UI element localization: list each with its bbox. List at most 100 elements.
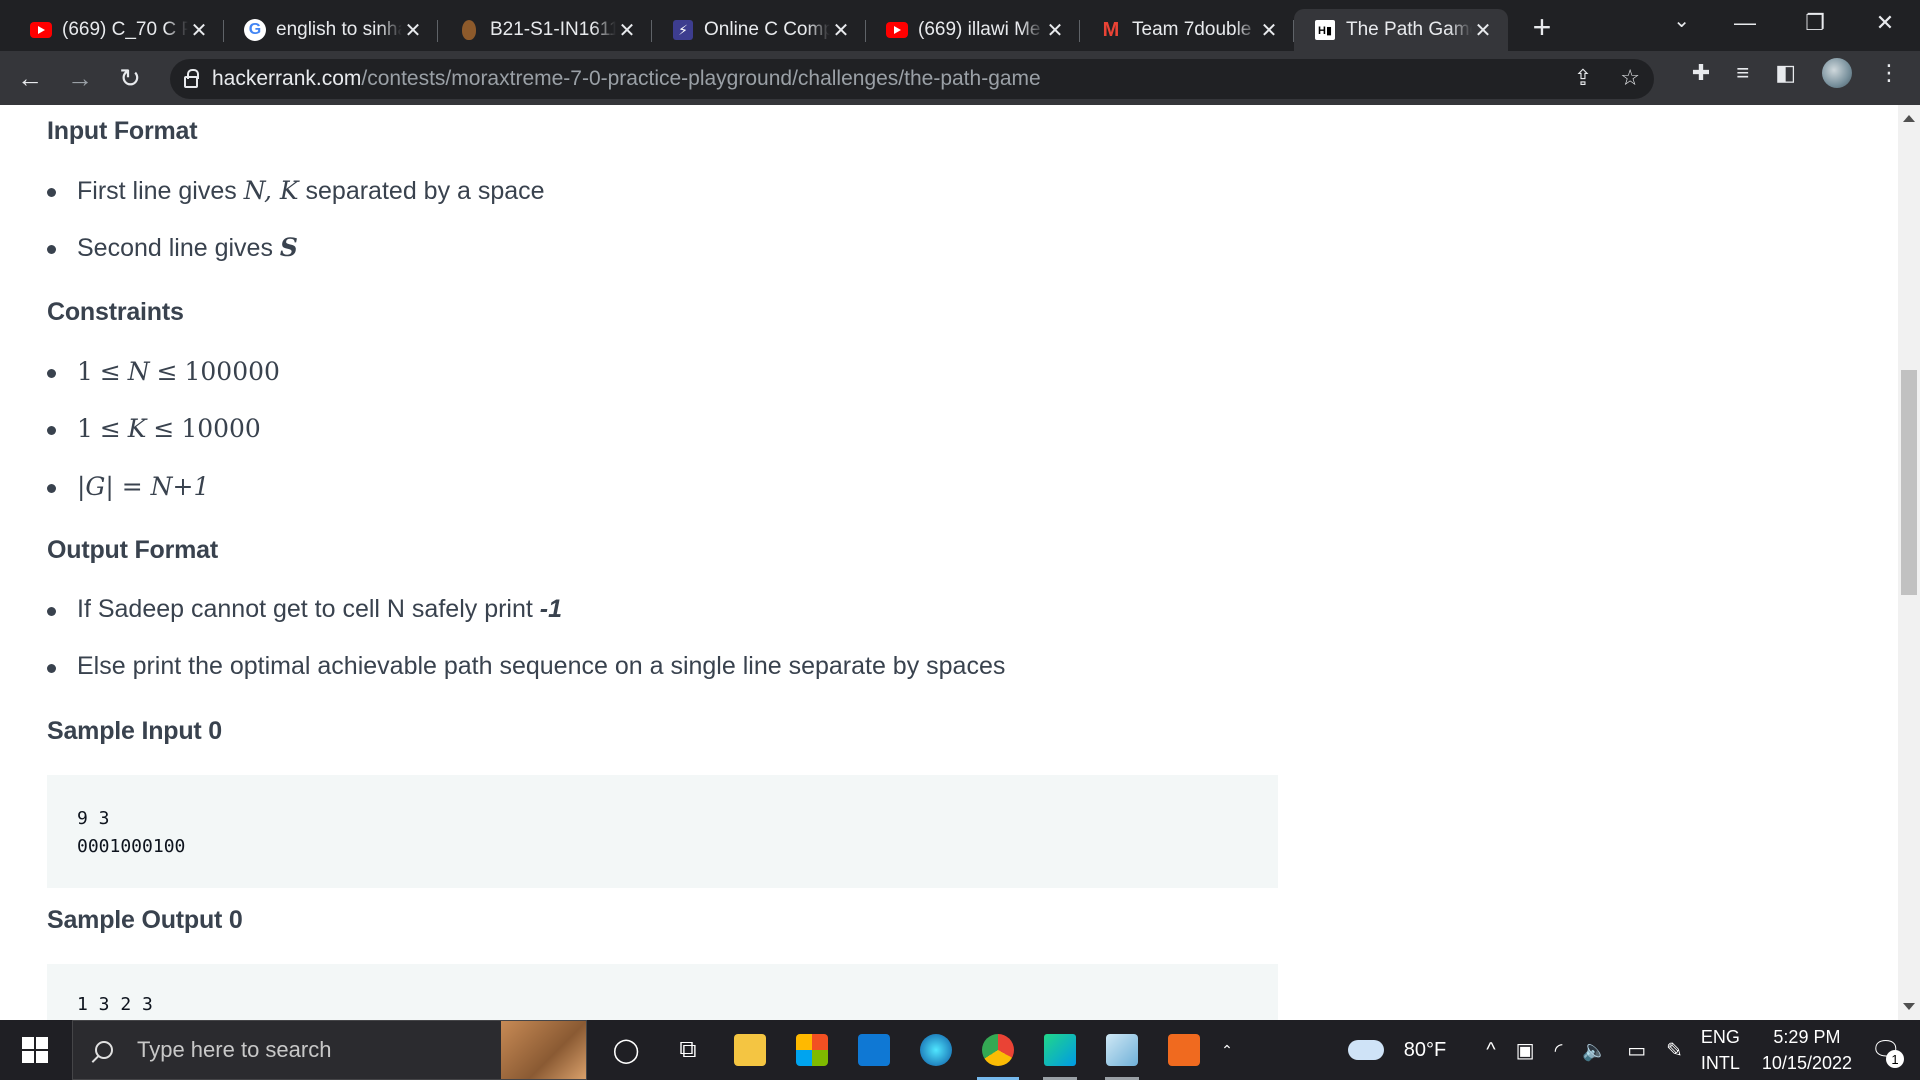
notepad-icon[interactable] <box>1091 1020 1153 1080</box>
tab-title: (669) illawi Me <box>918 19 1041 40</box>
url-path: /contests/moraxtreme-7-0-practice-playgr… <box>361 67 1041 90</box>
forward-arrow-icon[interactable]: → <box>60 58 100 98</box>
temperature[interactable]: 80°F <box>1404 1039 1446 1062</box>
math-expr: |G| <box>77 472 114 501</box>
taskbar-apps: ◯ ⧉ ⌃ <box>595 1020 1239 1080</box>
taskbar-overflow-icon[interactable]: ⌃ <box>1215 1020 1239 1080</box>
youtube-icon <box>886 19 908 41</box>
clock-date: 10/15/2022 <box>1761 1053 1852 1073</box>
close-tab-icon[interactable]: ✕ <box>188 19 210 42</box>
search-icon <box>95 1041 113 1059</box>
leq-symbol: ≤ <box>99 414 121 443</box>
profile-avatar[interactable] <box>1822 58 1852 88</box>
sample-output-heading: Sample Output 0 <box>47 906 243 934</box>
constraints-heading: Constraints <box>47 298 184 326</box>
input-format-heading: Input Format <box>47 117 198 145</box>
math-vars: N, K <box>243 176 299 205</box>
tab-google-translate[interactable]: G english to sinhala ✕ <box>224 9 438 51</box>
tab-the-path-game[interactable]: H▮ The Path Game ✕ <box>1294 9 1508 51</box>
sample-input-code: 9 3 0001000100 <box>47 775 1278 888</box>
output-format-heading: Output Format <box>47 536 218 564</box>
weather-cloud-icon[interactable] <box>1347 1040 1384 1060</box>
lock-icon[interactable] <box>184 69 199 88</box>
math-var: S <box>279 233 298 262</box>
close-tab-icon[interactable]: ✕ <box>616 19 638 42</box>
google-icon: G <box>244 19 266 41</box>
browser-toolbar: ← → ↻ hackerrank.com/contests/moraxtreme… <box>0 51 1920 105</box>
tab-search-chevron-icon[interactable]: ⌄ <box>1673 8 1690 33</box>
constraint-n: 1 ≤ N ≤ 100000 <box>47 357 280 387</box>
tab-title: (669) C_70 C Programming <box>62 19 188 40</box>
output-value: -1 <box>539 595 563 623</box>
cortana-icon[interactable]: ◯ <box>595 1020 657 1080</box>
math-eq: = <box>113 472 151 501</box>
pen-icon[interactable]: ✎ <box>1666 1038 1683 1063</box>
volume-icon[interactable]: 🔈 <box>1582 1038 1607 1063</box>
minimize-icon[interactable]: — <box>1710 0 1780 46</box>
math-expr: N+1 <box>150 472 210 501</box>
leq-symbol: ≤ <box>153 414 175 443</box>
item-text: Second line gives <box>77 234 280 262</box>
show-hidden-icons-chevron[interactable]: ^ <box>1486 1039 1495 1062</box>
bolt-icon: ⚡ <box>672 19 694 41</box>
close-tab-icon[interactable]: ✕ <box>1044 19 1066 42</box>
page-scrollbar[interactable] <box>1898 105 1920 1020</box>
leq-symbol: ≤ <box>99 357 121 386</box>
side-panel-icon[interactable]: ◧ <box>1775 60 1796 86</box>
edge-icon[interactable] <box>905 1020 967 1080</box>
mail-icon[interactable] <box>843 1020 905 1080</box>
close-window-icon[interactable]: ✕ <box>1850 0 1920 46</box>
tab-gmail[interactable]: M Team 7double ✕ <box>1080 9 1294 51</box>
window-controls: — ❐ ✕ <box>1710 0 1920 51</box>
reload-icon[interactable]: ↻ <box>110 58 150 98</box>
system-tray: 80°F ^ ▣ ◜ 🔈 ▭ ✎ ENG INTL 5:29 PM 10/15/… <box>1347 1020 1920 1080</box>
url-text[interactable]: hackerrank.com/contests/moraxtreme-7-0-p… <box>212 67 1041 91</box>
chrome-icon[interactable] <box>967 1020 1029 1080</box>
extension-toolbar: ✚ ≡ ◧ ⋮ <box>1692 58 1900 88</box>
leq-symbol: ≤ <box>156 357 178 386</box>
clion-icon[interactable] <box>1029 1020 1091 1080</box>
windows-logo-icon <box>22 1037 48 1063</box>
microsoft-store-icon[interactable] <box>781 1020 843 1080</box>
device-icon[interactable]: ▣ <box>1516 1038 1535 1063</box>
system-clock[interactable]: 5:29 PM 10/15/2022 <box>1762 1024 1852 1076</box>
pdf-reader-icon[interactable] <box>1153 1020 1215 1080</box>
menu-kebab-icon[interactable]: ⋮ <box>1878 60 1900 86</box>
task-view-icon[interactable]: ⧉ <box>657 1020 719 1080</box>
extensions-puzzle-icon[interactable]: ✚ <box>1692 60 1710 86</box>
tab-title: Team 7double <box>1132 19 1252 40</box>
moodle-icon <box>458 19 480 41</box>
scroll-down-arrow-icon[interactable] <box>1903 1003 1915 1010</box>
close-tab-icon[interactable]: ✕ <box>402 19 424 42</box>
tab-moodle[interactable]: B21-S1-IN1611 ✕ <box>438 9 652 51</box>
restore-icon[interactable]: ❐ <box>1780 0 1850 46</box>
tab-youtube-c-programming[interactable]: (669) C_70 C Programming ✕ <box>10 9 224 51</box>
scroll-up-arrow-icon[interactable] <box>1903 115 1915 122</box>
taskbar-search-box[interactable]: Type here to search <box>72 1020 587 1080</box>
tab-youtube-illawi[interactable]: (669) illawi Me ✕ <box>866 9 1080 51</box>
scrollbar-thumb[interactable] <box>1901 370 1917 595</box>
close-tab-icon[interactable]: ✕ <box>1472 19 1494 42</box>
new-tab-button[interactable]: + <box>1522 8 1562 48</box>
item-text: separated by a space <box>298 177 545 205</box>
address-bar[interactable]: hackerrank.com/contests/moraxtreme-7-0-p… <box>170 59 1654 99</box>
sample-output-code: 1 3 2 3 <box>47 964 1278 1020</box>
url-host: hackerrank.com <box>212 67 362 90</box>
battery-icon[interactable]: ▭ <box>1627 1038 1646 1063</box>
back-arrow-icon[interactable]: ← <box>10 58 50 98</box>
tab-online-compiler[interactable]: ⚡ Online C Compiler ✕ <box>652 9 866 51</box>
notification-center-icon[interactable]: 🗨 1 <box>1866 1030 1906 1070</box>
close-tab-icon[interactable]: ✕ <box>830 19 852 42</box>
clock-time: 5:29 PM <box>1773 1027 1841 1047</box>
file-explorer-icon[interactable] <box>719 1020 781 1080</box>
bookmark-star-icon[interactable]: ☆ <box>1620 65 1640 91</box>
media-control-icon[interactable]: ≡ <box>1736 60 1749 86</box>
close-tab-icon[interactable]: ✕ <box>1258 19 1280 42</box>
language-indicator[interactable]: ENG INTL <box>1701 1024 1740 1076</box>
windows-start-button[interactable] <box>0 1020 70 1080</box>
item-text: If Sadeep cannot get to cell N safely pr… <box>77 595 540 623</box>
item-text: First line gives <box>77 177 244 205</box>
tab-title: Online C Compiler <box>704 19 830 40</box>
share-icon[interactable]: ⇪ <box>1574 65 1592 91</box>
wifi-icon[interactable]: ◜ <box>1555 1038 1563 1063</box>
